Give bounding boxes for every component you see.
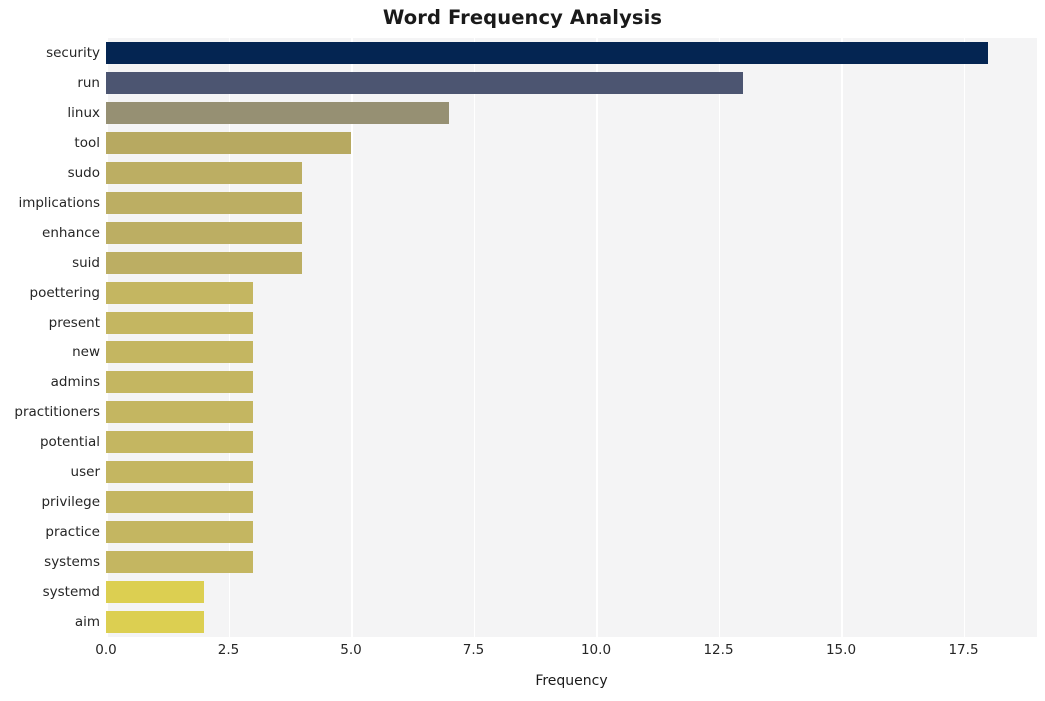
chart-figure: Word Frequency Analysis security run linux… [0,0,1045,701]
bar [106,191,302,214]
y-tick-label: sudo [67,164,100,181]
bar [106,401,253,424]
y-axis-tick-labels: security run linux tool sudo implications enha… [0,38,100,637]
y-tick-label: new [72,344,100,361]
x-tick-label: 7.5 [462,642,485,658]
bar [106,461,253,484]
y-tick-label: potential [39,434,100,451]
chart-title: Word Frequency Analysis [382,6,663,29]
x-tick-label: 10.0 [580,642,612,658]
bars-container [106,38,1037,637]
x-tick-label: 15.0 [825,642,857,658]
x-axis-title: Frequency [535,673,608,689]
bar [106,71,743,94]
bar [106,611,204,634]
y-tick-label: practitioners [14,404,100,421]
bar [106,371,253,394]
y-tick-label: tool [74,134,100,151]
y-tick-label: aim [74,614,100,631]
y-tick-label: present [48,314,100,331]
y-tick-label: implications [18,194,100,211]
bar [106,311,253,334]
bar [106,101,449,124]
y-tick-label: run [77,74,100,91]
y-tick-label: practice [45,524,100,541]
bar [106,551,253,574]
y-tick-label: privilege [41,494,100,511]
bar [106,581,204,604]
x-tick-label: 17.5 [948,642,979,658]
bar [106,341,253,364]
y-tick-label: security [46,44,100,61]
bar [106,251,302,274]
x-tick-label: 2.5 [217,642,240,658]
y-tick-label: poettering [29,284,100,301]
y-tick-label: systems [44,554,100,571]
bar [106,221,302,244]
bar [106,491,253,514]
x-tick-label: 5.0 [340,642,362,658]
bar [106,521,253,544]
y-tick-label: user [70,464,100,481]
y-tick-label: suid [72,254,100,271]
bar [106,431,253,454]
bar [106,161,302,184]
plot-area [106,38,1037,637]
bar [106,281,253,304]
bar [106,131,351,154]
y-tick-label: admins [50,374,100,391]
y-tick-label: systemd [42,584,100,601]
x-tick-label: 12.5 [703,642,734,658]
bar [106,41,988,64]
y-tick-label: linux [67,104,100,121]
x-tick-label: 0.0 [95,642,117,658]
x-axis-tick-labels: 0.0 2.5 5.0 7.5 10.0 12.5 15.0 17.5 [95,642,1037,664]
y-tick-label: enhance [42,224,100,241]
